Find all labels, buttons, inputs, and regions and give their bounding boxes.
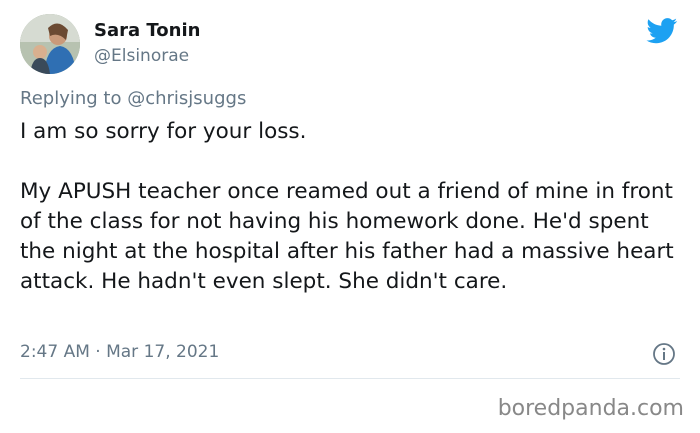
tweet-paragraph: My APUSH teacher once reamed out a frien… [20,179,674,294]
tweet-card: Sara Tonin @Elsinorae Replying to @chris… [0,0,700,433]
divider [20,378,680,379]
tweet-text: I am so sorry for your loss. My APUSH te… [20,117,680,297]
tweet-timestamp[interactable]: 2:47 AM · Mar 17, 2021 [20,342,219,362]
twitter-bird-icon[interactable] [646,18,678,44]
replying-prefix: Replying to [20,88,122,109]
author-handle[interactable]: @Elsinorae [94,46,189,66]
author-name[interactable]: Sara Tonin [94,20,200,41]
info-icon[interactable] [652,342,676,366]
replying-handle-link[interactable]: @chrisjsuggs [127,88,246,109]
replying-to: Replying to @chrisjsuggs [20,88,246,109]
watermark: boredpanda.com [497,396,684,421]
avatar[interactable] [20,14,80,74]
tweet-paragraph: I am so sorry for your loss. [20,119,307,144]
